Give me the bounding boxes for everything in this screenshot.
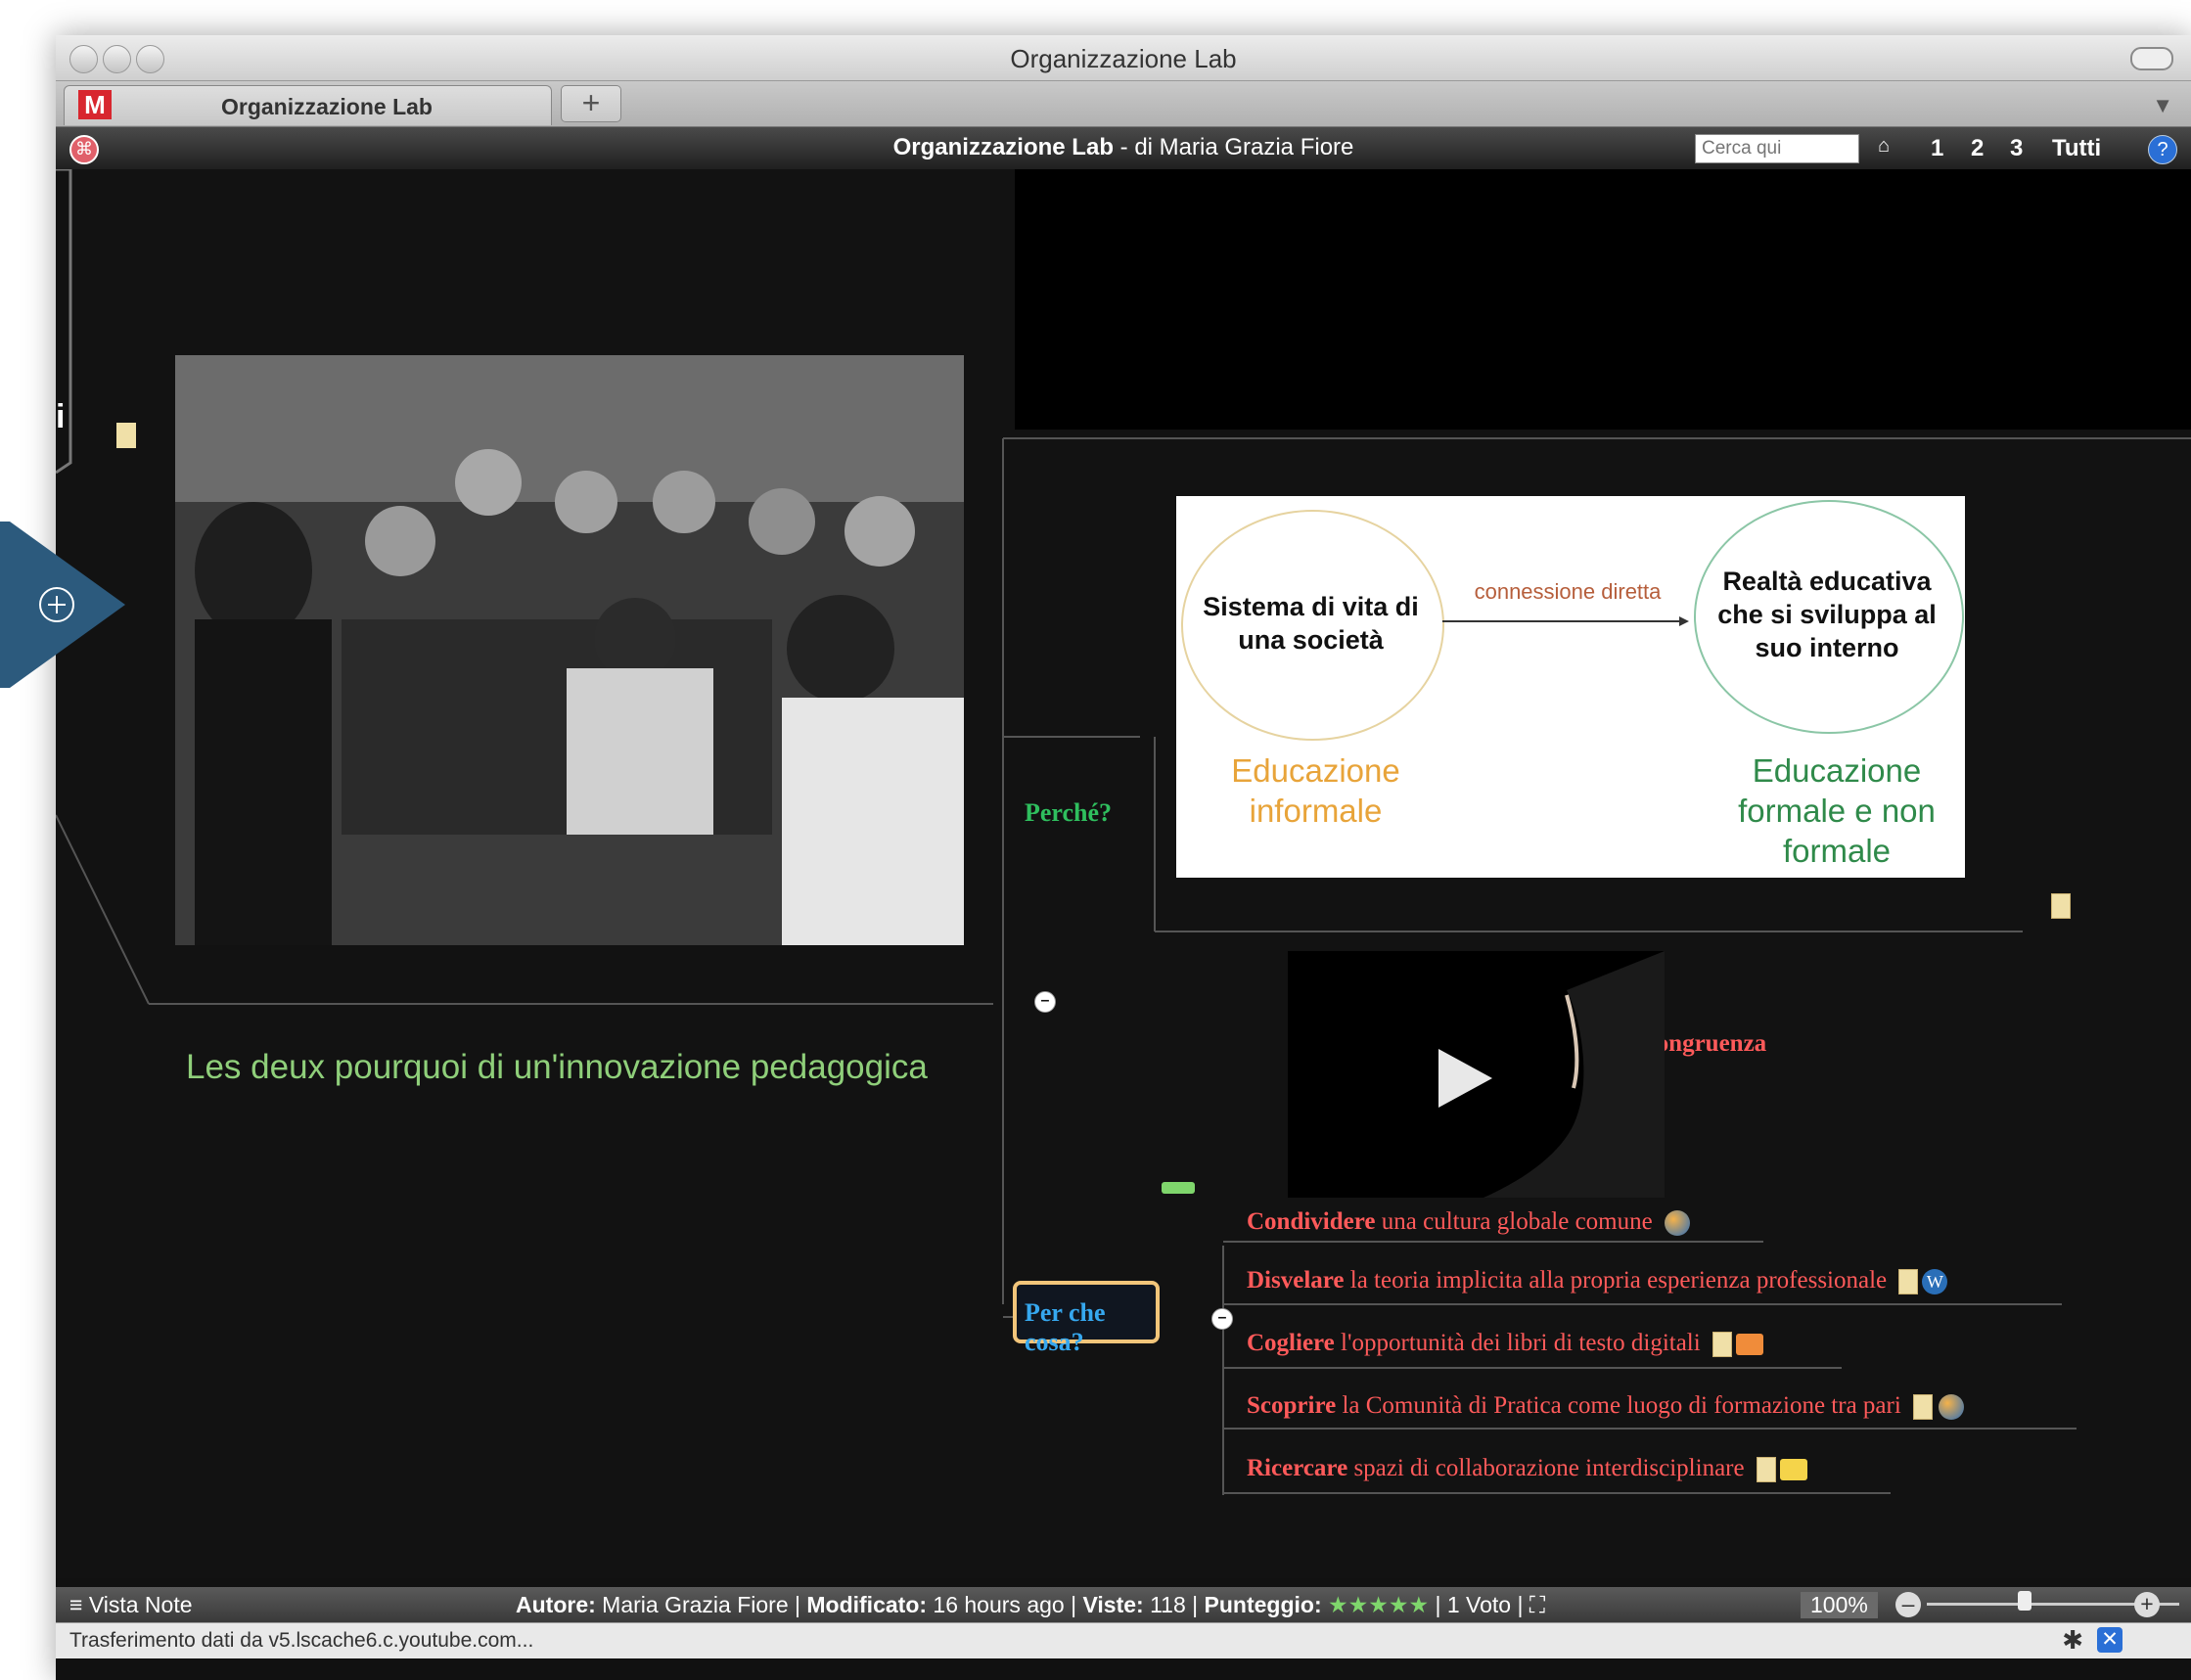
map-title-bold: Organizzazione Lab — [892, 134, 1114, 160]
title-bar: Organizzazione Lab — [56, 35, 2191, 81]
education-diagram: Sistema di vita di una società Realtà ed… — [1176, 496, 1965, 878]
item-verb: Condividere — [1247, 1208, 1376, 1235]
node-per-che-cosa-label: Per che cosa? — [1025, 1298, 1106, 1356]
classroom-photo — [175, 355, 964, 945]
item-verb: Scoprire — [1247, 1392, 1337, 1419]
tab-organizzazione-lab[interactable]: M Organizzazione Lab — [64, 85, 552, 125]
app-header: ⌘ Organizzazione Lab - di Maria Grazia F… — [56, 127, 2191, 169]
right-caption: Educazione formale e non formale — [1738, 752, 1936, 869]
photo-figures — [175, 355, 964, 945]
item-verb: Disvelare — [1247, 1267, 1345, 1294]
bug-icon[interactable]: ✱ — [2062, 1625, 2083, 1656]
task-indicator-icon — [1162, 1182, 1195, 1194]
viste-value: 118 — [1150, 1592, 1186, 1617]
item-verb: Cogliere — [1247, 1330, 1335, 1356]
attachment-icon[interactable] — [1735, 1334, 1763, 1356]
node-perche[interactable]: Perché? — [1025, 798, 1112, 828]
mail-icon[interactable] — [1779, 1459, 1807, 1481]
wordpress-icon[interactable]: W — [1922, 1269, 1948, 1295]
item-text: la teoria implicita alla propria esperie… — [1344, 1267, 1888, 1294]
level-3-button[interactable]: 3 — [2010, 135, 2023, 162]
item-text: una cultura globale comune — [1375, 1208, 1653, 1235]
item-text: la Comunità di Pratica come luogo di for… — [1336, 1392, 1901, 1419]
modificato-label: Modificato: — [806, 1592, 928, 1617]
map-info: Autore: Maria Grazia Fiore | Modificato:… — [516, 1592, 1545, 1617]
globe-icon[interactable] — [1664, 1210, 1690, 1237]
zoom-slider-handle[interactable] — [2018, 1591, 2031, 1611]
tab-label: Organizzazione Lab — [221, 94, 433, 119]
window-title: Organizzazione Lab — [1010, 44, 1237, 73]
item-text: spazi di collaborazione interdisciplinar… — [1347, 1455, 1745, 1481]
mindmeister-logo-icon: M — [78, 90, 112, 119]
node-scoprire[interactable]: Scoprire la Comunità di Pratica come luo… — [1247, 1392, 1965, 1421]
modificato-value: 16 hours ago — [933, 1592, 1065, 1617]
fullscreen-icon[interactable]: ⛶ — [1529, 1592, 1545, 1617]
vista-note-label: Vista Note — [88, 1592, 193, 1617]
note-icon[interactable] — [1913, 1394, 1934, 1421]
rating-stars[interactable]: ★★★★★ — [1328, 1592, 1429, 1617]
home-icon[interactable]: ⌂ — [1878, 135, 1890, 158]
tab-menu-icon[interactable]: ▼ — [2152, 93, 2173, 118]
zoom-level: 100% — [1801, 1592, 1878, 1618]
item-text: l'opportunità dei libri di testo digital… — [1334, 1330, 1701, 1356]
punteggio-label: Punteggio: — [1204, 1592, 1322, 1617]
browser-status-bar: Trasferimento dati da v5.lscache6.c.yout… — [56, 1622, 2191, 1658]
autore-label: Autore: — [516, 1592, 596, 1617]
collapse-per-che-cosa-icon[interactable]: – — [1211, 1308, 1233, 1330]
status-bar: ≡ Vista Note Autore: Maria Grazia Fiore … — [56, 1587, 2191, 1622]
note-icon[interactable] — [2051, 893, 2071, 919]
search-input[interactable] — [1695, 134, 1859, 163]
expand-panel-tab[interactable] — [0, 522, 127, 688]
node-ricercare[interactable]: Ricercare spazi di collaborazione interd… — [1247, 1455, 1807, 1483]
globe-icon[interactable] — [1939, 1394, 1965, 1421]
collapse-main-node-icon[interactable]: – — [1034, 991, 1056, 1013]
zoom-out-icon[interactable]: – — [1895, 1592, 1921, 1617]
vista-note-button[interactable]: ≡ Vista Note — [69, 1592, 193, 1618]
note-icon[interactable] — [1712, 1332, 1732, 1358]
item-verb: Ricercare — [1247, 1455, 1348, 1481]
note-icon[interactable] — [116, 423, 136, 448]
voto-count: 1 Voto — [1446, 1592, 1512, 1617]
left-caption: Educazione informale — [1231, 752, 1400, 829]
main-node-label[interactable]: Les deux pourquoi di un'innovazione peda… — [186, 1048, 928, 1087]
autore-value: Maria Grazia Fiore — [602, 1592, 789, 1617]
mindmap-canvas[interactable]: i Les deux pourquoi di un'innovazione pe… — [56, 169, 2191, 1578]
arrow-label: connessione diretta — [1474, 579, 1662, 604]
play-icon[interactable] — [1438, 1049, 1492, 1108]
toolbar-toggle-button[interactable] — [2130, 47, 2173, 70]
node-cogliere[interactable]: Cogliere l'opportunità dei libri di test… — [1247, 1330, 1763, 1358]
level-2-button[interactable]: 2 — [1971, 135, 1984, 162]
node-disvelare[interactable]: Disvelare la teoria implicita alla propr… — [1247, 1267, 1948, 1295]
viste-label: Viste: — [1082, 1592, 1144, 1617]
map-author: - di Maria Grazia Fiore — [1113, 134, 1354, 160]
browser-window: Organizzazione Lab M Organizzazione Lab … — [56, 35, 2191, 1680]
level-all-button[interactable]: Tutti — [2052, 135, 2101, 162]
youtube-video[interactable] — [1288, 951, 1665, 1198]
extension-icon[interactable]: ✕ — [2097, 1627, 2123, 1653]
new-tab-button[interactable]: + — [561, 85, 621, 122]
node-condividere[interactable]: Condividere una cultura globale comune — [1247, 1208, 1690, 1237]
note-icon[interactable] — [1898, 1269, 1919, 1295]
node-per-che-cosa[interactable]: Per che cosa? — [1013, 1281, 1160, 1356]
help-icon[interactable]: ? — [2148, 135, 2177, 164]
note-icon[interactable] — [1756, 1457, 1776, 1483]
tab-bar: M Organizzazione Lab + ▼ — [56, 81, 2191, 127]
map-title: Organizzazione Lab - di Maria Grazia Fio… — [56, 134, 2191, 161]
status-message: Trasferimento dati da v5.lscache6.c.yout… — [69, 1629, 534, 1652]
offscreen-node-text: i — [56, 398, 66, 435]
level-1-button[interactable]: 1 — [1931, 135, 1943, 162]
zoom-in-icon[interactable]: + — [2134, 1592, 2160, 1617]
